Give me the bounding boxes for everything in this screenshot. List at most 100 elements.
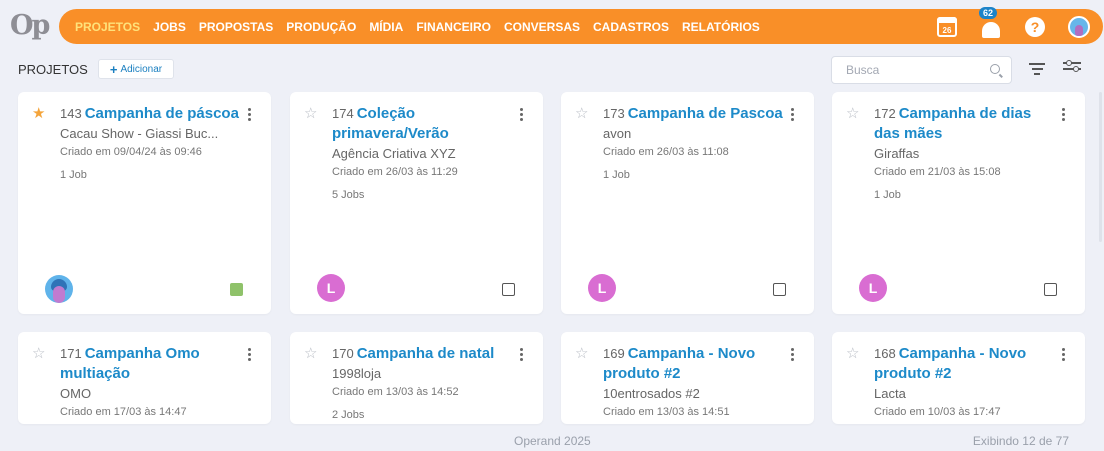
client-name: OMO [60,386,92,401]
nav-propostas[interactable]: PROPOSTAS [199,20,273,34]
favorite-star-icon[interactable]: ☆ [304,346,317,361]
scrollbar[interactable] [1099,92,1102,242]
sliders-icon[interactable] [1063,60,1081,76]
more-options-icon[interactable] [1062,348,1065,363]
nav-projetos[interactable]: PROJETOS [75,20,140,34]
favorite-star-icon[interactable]: ☆ [304,106,317,121]
client-name: 1998loja [332,366,382,381]
project-title[interactable]: 173 Campanha de Pascoa [603,104,783,124]
more-options-icon[interactable] [248,348,251,363]
filter-icon[interactable] [1029,63,1045,75]
project-title[interactable]: 172 Campanha de dias das mães [874,104,1054,144]
responsible-avatar[interactable]: L [588,274,616,302]
user-menu[interactable] [1067,15,1091,39]
more-options-icon[interactable] [791,108,794,123]
footer-copyright: Operand 2025 [514,434,591,448]
notifications-icon[interactable]: 62 [979,6,1003,39]
project-card[interactable]: ☆ 169 Campanha - Novo produto #2 10entrosad… [561,332,814,424]
project-title[interactable]: 170 Campanha de natal [332,344,512,364]
footer-count: Exibindo 12 de 77 [972,434,1069,448]
jobs-count: 2 Jobs [332,409,365,421]
add-project-button[interactable]: + Adicionar [98,59,174,79]
project-number: 169 [603,346,625,361]
help-icon: ? [1025,16,1045,37]
project-title[interactable]: 171 Campanha Omo multiação [60,344,240,384]
project-card[interactable]: ☆ 174 Coleção primavera/Verão Agência Criat… [290,92,543,314]
page-title: PROJETOS [18,62,88,77]
jobs-count: 1 Job [60,169,87,181]
created-date: Criado em 17/03 às 14:47 [60,406,187,418]
project-card[interactable]: ☆ 171 Campanha Omo multiação OMO Criado em 1… [18,332,271,424]
project-name: Campanha de páscoa [84,105,239,122]
status-indicator[interactable] [230,283,243,296]
more-options-icon[interactable] [520,348,523,363]
responsible-avatar[interactable] [45,275,73,303]
created-date: Criado em 26/03 às 11:29 [332,166,458,178]
project-number: 168 [874,346,896,361]
notifications-badge: 62 [979,6,998,19]
responsible-avatar[interactable]: L [859,274,887,302]
project-number: 171 [60,346,82,361]
calendar-icon[interactable]: 26 [935,15,959,39]
project-number: 173 [603,106,625,121]
project-card[interactable]: ☆ 168 Campanha - Novo produto #2 Lacta Criad… [832,332,1085,424]
select-checkbox[interactable] [502,283,515,296]
select-checkbox[interactable] [1044,283,1057,296]
help-button[interactable]: ? [1023,15,1047,39]
client-name: Cacau Show - Giassi Buc... [60,126,219,141]
nav-financeiro[interactable]: FINANCEIRO [416,20,491,34]
project-name: Campanha - Novo produto #2 [874,345,1027,382]
favorite-star-icon[interactable]: ☆ [846,346,859,361]
created-date: Criado em 10/03 às 17:47 [874,406,1001,418]
project-number: 172 [874,106,896,121]
created-date: Criado em 13/03 às 14:52 [332,386,459,398]
favorite-star-icon[interactable]: ☆ [575,106,588,121]
project-card[interactable]: ★ 143 Campanha de páscoa Cacau Show - Giass… [18,92,271,314]
client-name: Giraffas [874,146,920,161]
project-title[interactable]: 169 Campanha - Novo produto #2 [603,344,783,384]
created-date: Criado em 26/03 às 11:08 [603,146,729,158]
project-name: Campanha - Novo produto #2 [603,345,756,382]
user-avatar [1068,15,1090,38]
project-card[interactable]: ☆ 172 Campanha de dias das mães Giraffas Cri… [832,92,1085,314]
responsible-avatar[interactable]: L [317,274,345,302]
favorite-star-icon[interactable]: ☆ [846,106,859,121]
operand-logo[interactable]: Op [10,10,50,41]
favorite-star-icon[interactable]: ☆ [32,346,45,361]
project-title[interactable]: 143 Campanha de páscoa [60,104,240,124]
nav-jobs[interactable]: JOBS [153,20,186,34]
search-input[interactable] [831,56,1012,84]
created-date: Criado em 13/03 às 14:51 [603,406,730,418]
select-checkbox[interactable] [773,283,786,296]
more-options-icon[interactable] [791,348,794,363]
project-title[interactable]: 174 Coleção primavera/Verão [332,104,512,144]
more-options-icon[interactable] [248,108,251,123]
project-card[interactable]: ☆ 173 Campanha de Pascoa avon Criado em 26/0… [561,92,814,314]
jobs-count: 1 Job [874,189,901,201]
plus-icon: + [109,61,118,77]
nav-relatorios[interactable]: RELATÓRIOS [682,20,760,34]
nav-midia[interactable]: MÍDIA [369,20,403,34]
nav-conversas[interactable]: CONVERSAS [504,20,580,34]
favorite-star-icon[interactable]: ☆ [575,346,588,361]
created-date: Criado em 09/04/24 às 09:46 [60,146,202,158]
project-number: 170 [332,346,354,361]
jobs-count: 5 Jobs [332,189,365,201]
created-date: Criado em 21/03 às 15:08 [874,166,1001,178]
more-options-icon[interactable] [1062,108,1065,123]
project-number: 143 [60,106,82,121]
project-name: Campanha de dias das mães [874,105,1032,142]
search-icon[interactable] [990,64,1000,74]
client-name: 10entrosados #2 [603,386,700,401]
project-title[interactable]: 168 Campanha - Novo produto #2 [874,344,1054,384]
more-options-icon[interactable] [520,108,523,123]
project-card[interactable]: ☆ 170 Campanha de natal 1998loja Criado em 1… [290,332,543,424]
bell-icon [982,21,1000,38]
main-nav: PROJETOS JOBS PROPOSTAS PRODUÇÃO MÍDIA F… [59,6,1103,44]
favorite-star-icon[interactable]: ★ [32,106,45,121]
nav-producao[interactable]: PRODUÇÃO [286,20,356,34]
project-name: Campanha de natal [356,345,495,362]
nav-cadastros[interactable]: CADASTROS [593,20,669,34]
client-name: Lacta [874,386,906,401]
add-label: Adicionar [120,63,163,75]
